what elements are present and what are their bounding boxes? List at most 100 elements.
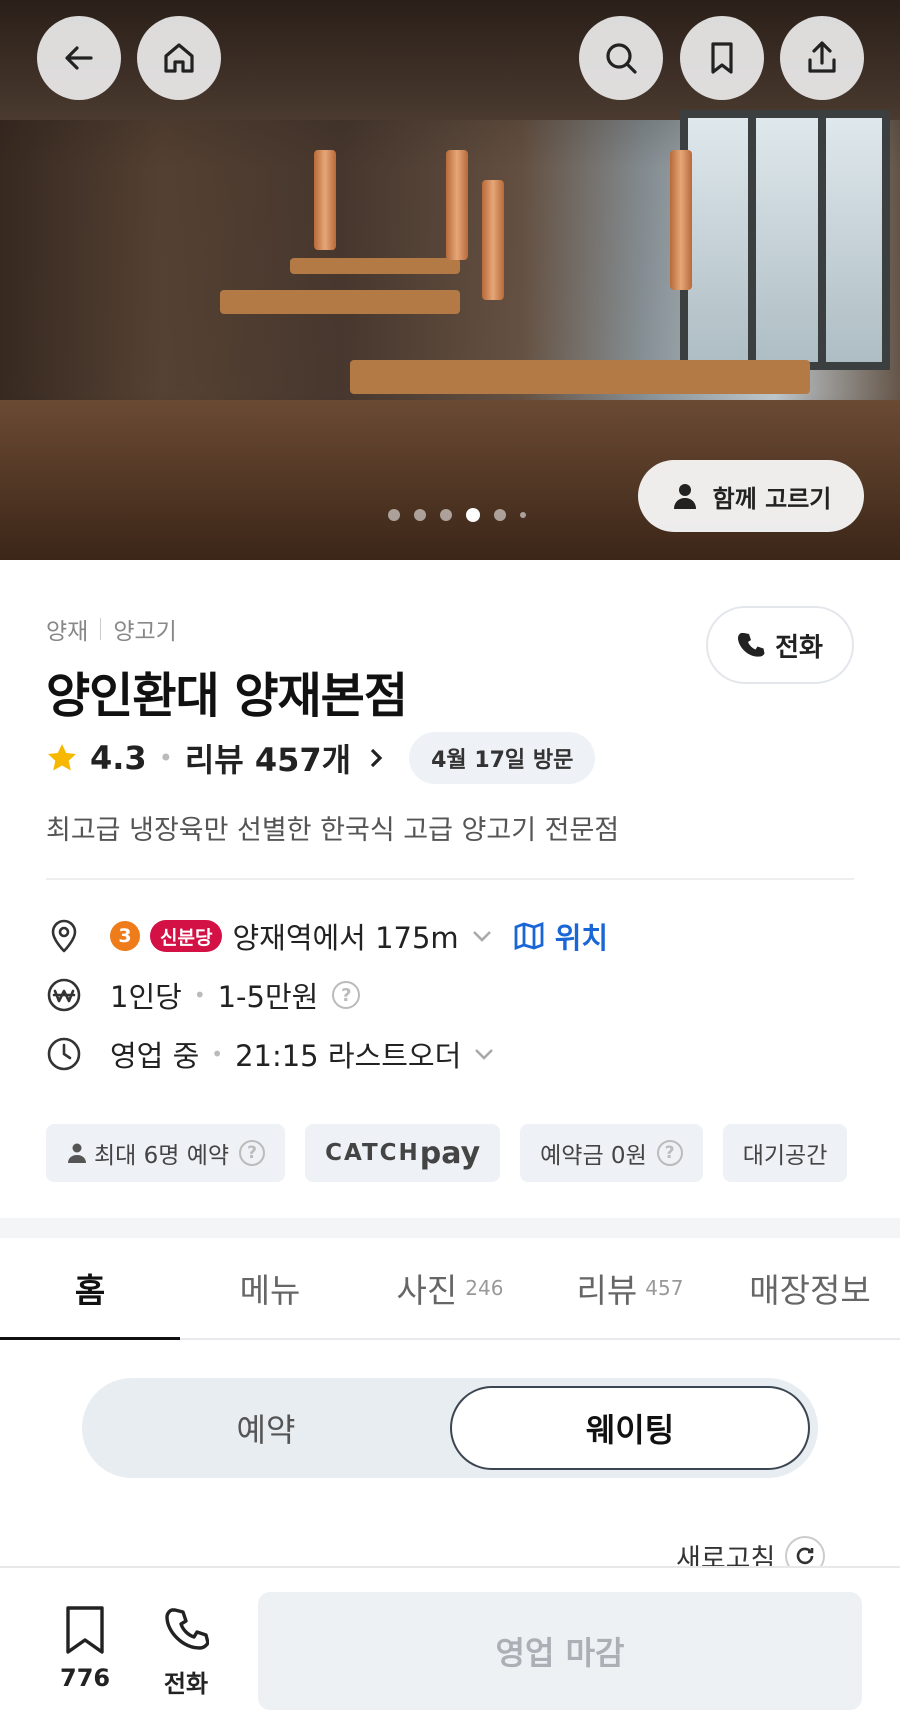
max-party-label: 최대 6명 예약 <box>94 1143 230 1169</box>
deposit-label: 예약금 0원 <box>540 1143 647 1169</box>
carousel-dot[interactable] <box>494 509 506 521</box>
tab-store-info[interactable]: 매장정보 <box>720 1238 900 1338</box>
choose-together-button[interactable]: 함께 고르기 <box>638 460 864 532</box>
catchpay-logo-catch: CATCH <box>325 1140 420 1166</box>
search-icon <box>606 43 637 74</box>
bookmark-button[interactable] <box>680 16 764 100</box>
waiting-space-chip[interactable]: 대기공간 <box>722 1124 848 1182</box>
breadcrumb: 양재 양고기 <box>46 612 177 646</box>
deposit-chip[interactable]: 예약금 0원 ? <box>520 1124 703 1182</box>
bullet-separator: • <box>211 1042 224 1066</box>
home-icon <box>164 43 194 73</box>
restaurant-description: 최고급 냉장육만 선별한 한국식 고급 양고기 전문점 <box>46 815 620 846</box>
section-divider <box>0 1218 900 1238</box>
photo-duct <box>670 150 692 290</box>
hours-row: 영업 중 • 21:15 라스트오더 <box>46 1032 497 1076</box>
tab-label: 홈 <box>74 1271 106 1310</box>
bullet-separator: • <box>158 744 173 772</box>
tab-menu[interactable]: 메뉴 <box>180 1238 360 1338</box>
star-icon <box>48 744 76 771</box>
share-button[interactable] <box>780 16 864 100</box>
subway-line-3-badge: 3 <box>110 921 140 951</box>
phone-icon <box>165 1608 209 1650</box>
help-icon[interactable]: ? <box>239 1140 266 1166</box>
tab-bar: 홈 메뉴 사진 246 리뷰 457 매장정보 <box>0 1238 900 1340</box>
back-button[interactable] <box>37 16 121 100</box>
photo-table <box>290 258 460 274</box>
help-icon[interactable]: ? <box>332 981 361 1009</box>
bottom-bookmark-button[interactable]: 776 <box>60 1604 110 1692</box>
location-link[interactable]: 위치 <box>513 915 608 957</box>
waiting-label: 웨이팅 <box>585 1411 675 1449</box>
carousel-dot[interactable] <box>520 512 526 518</box>
map-pin-icon <box>51 919 77 953</box>
last-order-text[interactable]: 21:15 라스트오더 <box>235 1033 461 1075</box>
hero-photo[interactable]: 함께 고르기 <box>0 0 900 560</box>
bullet-separator: • <box>193 983 206 1007</box>
breadcrumb-separator <box>100 618 102 640</box>
carousel-dot-active[interactable] <box>466 508 480 522</box>
location-link-label: 위치 <box>554 921 609 955</box>
won-icon <box>47 978 81 1012</box>
tab-photos[interactable]: 사진 246 <box>360 1238 540 1338</box>
help-icon[interactable]: ? <box>656 1140 683 1166</box>
waiting-option[interactable]: 웨이팅 <box>450 1386 810 1470</box>
carousel-dot[interactable] <box>440 509 452 521</box>
refresh-icon <box>797 1547 814 1565</box>
carousel-dot[interactable] <box>414 509 426 521</box>
breadcrumb-area[interactable]: 양재 <box>46 612 88 646</box>
phone-icon <box>738 633 765 657</box>
price-row: 1인당 • 1-5만원 ? <box>46 973 361 1017</box>
tab-label: 사진 <box>396 1271 458 1310</box>
person-icon <box>68 1143 86 1163</box>
search-button[interactable] <box>579 16 663 100</box>
carousel-dot[interactable] <box>388 509 400 521</box>
chevron-right-icon[interactable] <box>365 747 387 769</box>
breadcrumb-category[interactable]: 양고기 <box>113 612 176 646</box>
distance-text[interactable]: 양재역에서 175m <box>232 915 458 957</box>
bookmark-icon <box>66 1606 104 1654</box>
catchpay-chip[interactable]: CATCH pay <box>305 1124 501 1182</box>
tab-home[interactable]: 홈 <box>0 1238 180 1340</box>
chevron-down-icon[interactable] <box>469 923 495 949</box>
rating-row: 4.3 • 리뷰 457개 4월 17일 방문 <box>46 732 596 784</box>
chevron-down-icon[interactable] <box>471 1041 497 1067</box>
bottom-action-bar: 776 전화 영업 마감 <box>0 1566 900 1721</box>
waiting-space-label: 대기공간 <box>742 1143 828 1169</box>
photo-window <box>680 110 890 370</box>
reservation-label: 예약 <box>236 1411 296 1449</box>
photo-duct <box>314 150 336 250</box>
photo-ceiling <box>0 0 900 120</box>
closed-primary-button[interactable]: 영업 마감 <box>258 1592 862 1710</box>
rating-value: 4.3 <box>90 739 147 777</box>
carousel-dots <box>388 508 526 522</box>
review-count-link[interactable]: 리뷰 457개 <box>185 735 351 781</box>
catchpay-logo-pay: pay <box>419 1135 481 1171</box>
arrow-left-icon <box>65 46 93 70</box>
map-icon <box>514 921 544 951</box>
reservation-waiting-toggle: 예약 웨이팅 <box>82 1378 818 1478</box>
bookmark-count: 776 <box>60 1664 111 1692</box>
call-label: 전화 <box>775 632 823 663</box>
max-party-chip[interactable]: 최대 6명 예약 ? <box>46 1124 286 1182</box>
photo-table <box>350 360 810 394</box>
tab-reviews[interactable]: 리뷰 457 <box>540 1238 720 1338</box>
price-prefix: 1인당 <box>110 980 182 1014</box>
subway-shinbundang-badge: 신분당 <box>150 920 223 952</box>
tab-label: 매장정보 <box>749 1271 871 1310</box>
home-button[interactable] <box>137 16 221 100</box>
price-range: 1-5만원 <box>217 980 319 1014</box>
restaurant-name: 양인환대 양재본점 <box>46 668 408 724</box>
visit-badge: 4월 17일 방문 <box>409 732 596 784</box>
tab-label: 리뷰 <box>576 1271 638 1310</box>
photo-duct <box>446 150 468 260</box>
reservation-option[interactable]: 예약 <box>82 1378 450 1478</box>
photo-table <box>220 290 460 314</box>
open-status: 영업 중 <box>110 1039 200 1073</box>
divider <box>46 878 854 880</box>
person-icon <box>673 484 696 509</box>
bottom-call-button[interactable]: 전화 <box>163 1604 209 1699</box>
clock-icon <box>47 1037 81 1071</box>
call-button[interactable]: 전화 <box>706 606 854 684</box>
share-icon <box>808 41 836 73</box>
